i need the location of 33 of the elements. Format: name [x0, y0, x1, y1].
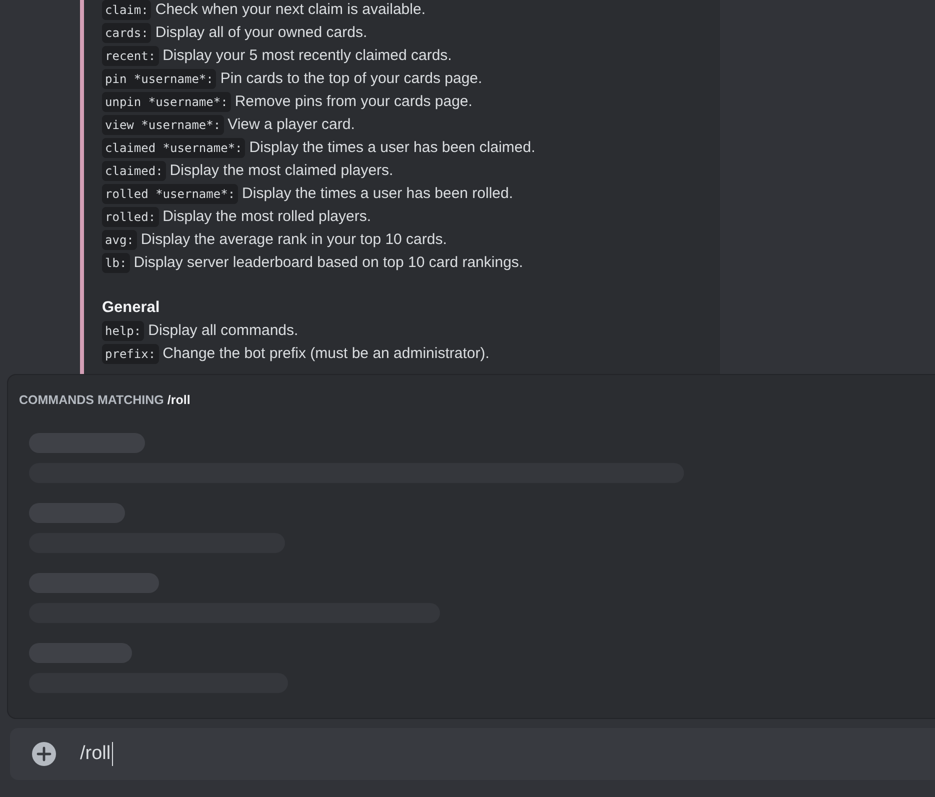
- command-description: Display the average rank in your top 10 cards.: [140, 231, 447, 248]
- command-description: Remove pins from your cards page.: [234, 93, 472, 110]
- command-description: Change the bot prefix (must be an administrator).: [162, 345, 490, 362]
- command-description: Display your 5 most recently claimed cards.: [162, 47, 452, 64]
- command-code: claim:: [102, 0, 152, 20]
- command-description: View a player card.: [228, 116, 355, 133]
- command-description: Display all of your owned cards.: [155, 24, 368, 41]
- command-code: lb:: [102, 252, 130, 272]
- plus-icon: [32, 742, 56, 766]
- command-description: Display the most rolled players.: [162, 208, 371, 225]
- command-code: avg:: [102, 230, 137, 250]
- command-code: cards:: [102, 22, 152, 42]
- command-code: claimed:: [102, 160, 166, 180]
- command-description: Display the times a user has been rolled.: [242, 185, 514, 202]
- command-code: rolled:: [102, 206, 159, 226]
- command-description: Display the times a user has been claimed.: [249, 139, 536, 156]
- message-input[interactable]: /roll: [80, 742, 113, 766]
- command-code: pin *username*:: [102, 68, 216, 88]
- autocomplete-header: COMMANDS MATCHING /roll: [19, 393, 192, 407]
- command-description: Check when your next claim is available.: [155, 1, 426, 18]
- command-code: rolled *username*:: [102, 184, 238, 204]
- section-title: General: [102, 298, 161, 318]
- command-description: Display the most claimed players.: [170, 162, 394, 179]
- command-code: recent:: [102, 46, 159, 66]
- command-code: prefix:: [102, 344, 159, 364]
- command-description: Pin cards to the top of your cards page.: [220, 70, 482, 87]
- add-button[interactable]: [32, 742, 56, 766]
- command-code: help:: [102, 320, 144, 340]
- command-description: Display server leaderboard based on top 10 card rankings.: [134, 254, 524, 271]
- command-description: Display all commands.: [148, 322, 298, 339]
- command-code: view *username*:: [102, 114, 224, 134]
- command-code: claimed *username*:: [102, 138, 246, 158]
- command-code: unpin *username*:: [102, 92, 231, 112]
